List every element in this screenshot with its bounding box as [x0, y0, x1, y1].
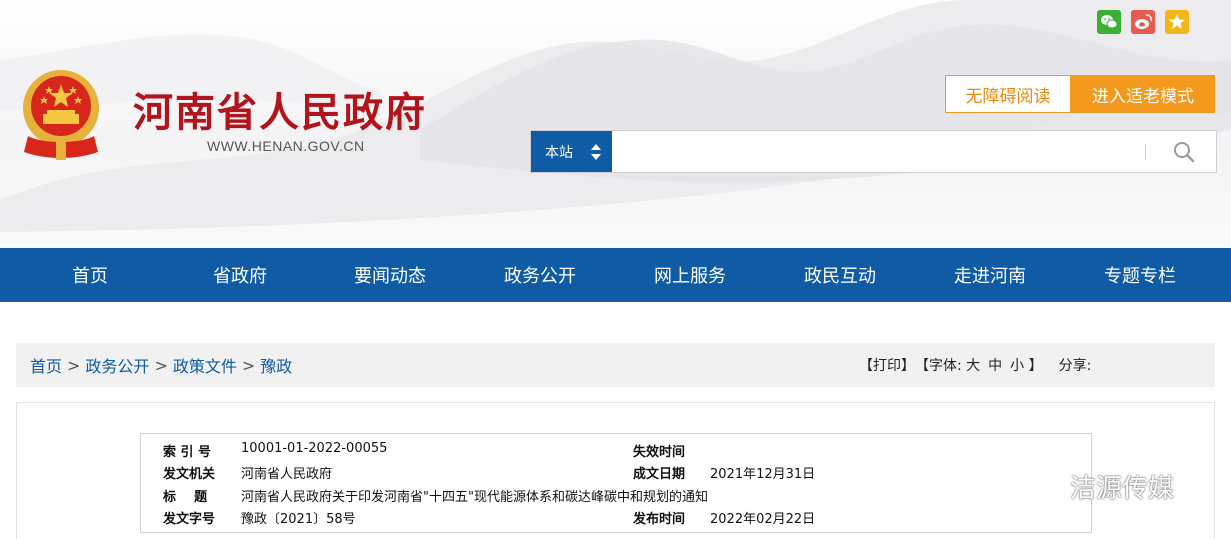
nav-item-special-topics[interactable]: 专题专栏	[1065, 248, 1215, 302]
font-medium-button[interactable]: 中	[988, 355, 1002, 375]
nav-item-government-affairs[interactable]: 政务公开	[465, 248, 615, 302]
breadcrumb-separator: >	[241, 355, 256, 375]
main-nav: 首页 省政府 要闻动态 政务公开 网上服务 政民互动 走进河南 专题专栏	[0, 248, 1231, 302]
font-small-button[interactable]: 小	[1010, 355, 1024, 375]
breadcrumb-bar: 首页 > 政务公开 > 政策文件 > 豫政 【打印】 【字体: 大 中 小 】 …	[16, 343, 1215, 387]
breadcrumb-separator: >	[67, 355, 81, 375]
search-bar: 本站	[530, 130, 1217, 173]
qzone-share-icon[interactable]	[1165, 10, 1189, 34]
issuer-label: 发文机关	[163, 467, 216, 482]
created-date-label: 成文日期	[633, 467, 686, 482]
search-icon[interactable]	[1171, 139, 1197, 165]
elder-mode-button[interactable]: 进入适老模式	[1071, 75, 1215, 113]
site-title: 河南省人民政府	[133, 90, 427, 136]
sort-arrows-icon	[591, 144, 601, 160]
breadcrumb-government-affairs[interactable]: 政务公开	[85, 353, 149, 377]
nav-item-provincial-government[interactable]: 省政府	[165, 248, 315, 302]
nav-item-about-henan[interactable]: 走进河南	[915, 248, 1065, 302]
nav-item-news[interactable]: 要闻动态	[315, 248, 465, 302]
watermark: 洁源传媒	[1014, 466, 1174, 506]
wechat-share-icon[interactable]	[1097, 10, 1121, 34]
nav-item-online-services[interactable]: 网上服务	[615, 248, 765, 302]
share-label: 分享:	[1058, 358, 1092, 374]
publish-date-label: 发布时间	[633, 512, 686, 527]
created-date-value: 2021年12月31日	[710, 467, 816, 482]
print-button[interactable]: 【打印】	[859, 355, 915, 375]
title-label: 标 题	[163, 490, 208, 505]
breadcrumb-home[interactable]: 首页	[30, 353, 62, 377]
issuer-value: 河南省人民政府	[241, 467, 333, 482]
watermark-text: 洁源传媒	[1070, 473, 1175, 504]
font-large-button[interactable]: 大	[966, 355, 980, 375]
font-size-prefix: 【字体:	[915, 358, 967, 374]
site-url: WWW.HENAN.GOV.CN	[207, 138, 365, 154]
page-tools: 【打印】 【字体: 大 中 小 】 分享:	[859, 343, 1091, 387]
search-input[interactable]	[612, 131, 1172, 172]
document-metadata-table: 索 引 号 10001-01-2022-00055 失效时间 发文机关 河南省人…	[140, 433, 1092, 533]
site-header: 河南省人民政府 WWW.HENAN.GOV.CN 无障碍阅读 进入适老模式 本站	[0, 0, 1231, 248]
nav-item-interaction[interactable]: 政民互动	[765, 248, 915, 302]
title-value: 河南省人民政府关于印发河南省"十四五"现代能源体系和碳达峰碳中和规划的通知	[241, 490, 708, 505]
search-scope-label: 本站	[545, 144, 573, 161]
nav-item-home[interactable]: 首页	[15, 248, 165, 302]
expire-time-label: 失效时间	[633, 445, 686, 460]
search-divider	[1145, 145, 1146, 159]
publish-date-value: 2022年02月22日	[710, 512, 816, 527]
breadcrumb-policy-documents[interactable]: 政策文件	[173, 353, 237, 377]
weibo-share-icon[interactable]	[1131, 10, 1155, 34]
breadcrumb-separator: >	[154, 355, 168, 375]
breadcrumb-yuzheng[interactable]: 豫政	[260, 353, 292, 377]
wechat-watermark-icon	[1017, 470, 1061, 501]
document-number-label: 发文字号	[163, 512, 216, 527]
national-emblem-icon	[23, 70, 99, 160]
breadcrumb: 首页 > 政务公开 > 政策文件 > 豫政	[30, 343, 292, 387]
document-number-value: 豫政〔2021〕58号	[241, 512, 356, 527]
search-scope-select[interactable]: 本站	[531, 131, 612, 172]
font-size-suffix: 】	[1024, 358, 1043, 374]
accessibility-reading-button[interactable]: 无障碍阅读	[945, 75, 1071, 113]
index-number-value: 10001-01-2022-00055	[241, 441, 388, 456]
index-number-label: 索 引 号	[163, 445, 212, 460]
